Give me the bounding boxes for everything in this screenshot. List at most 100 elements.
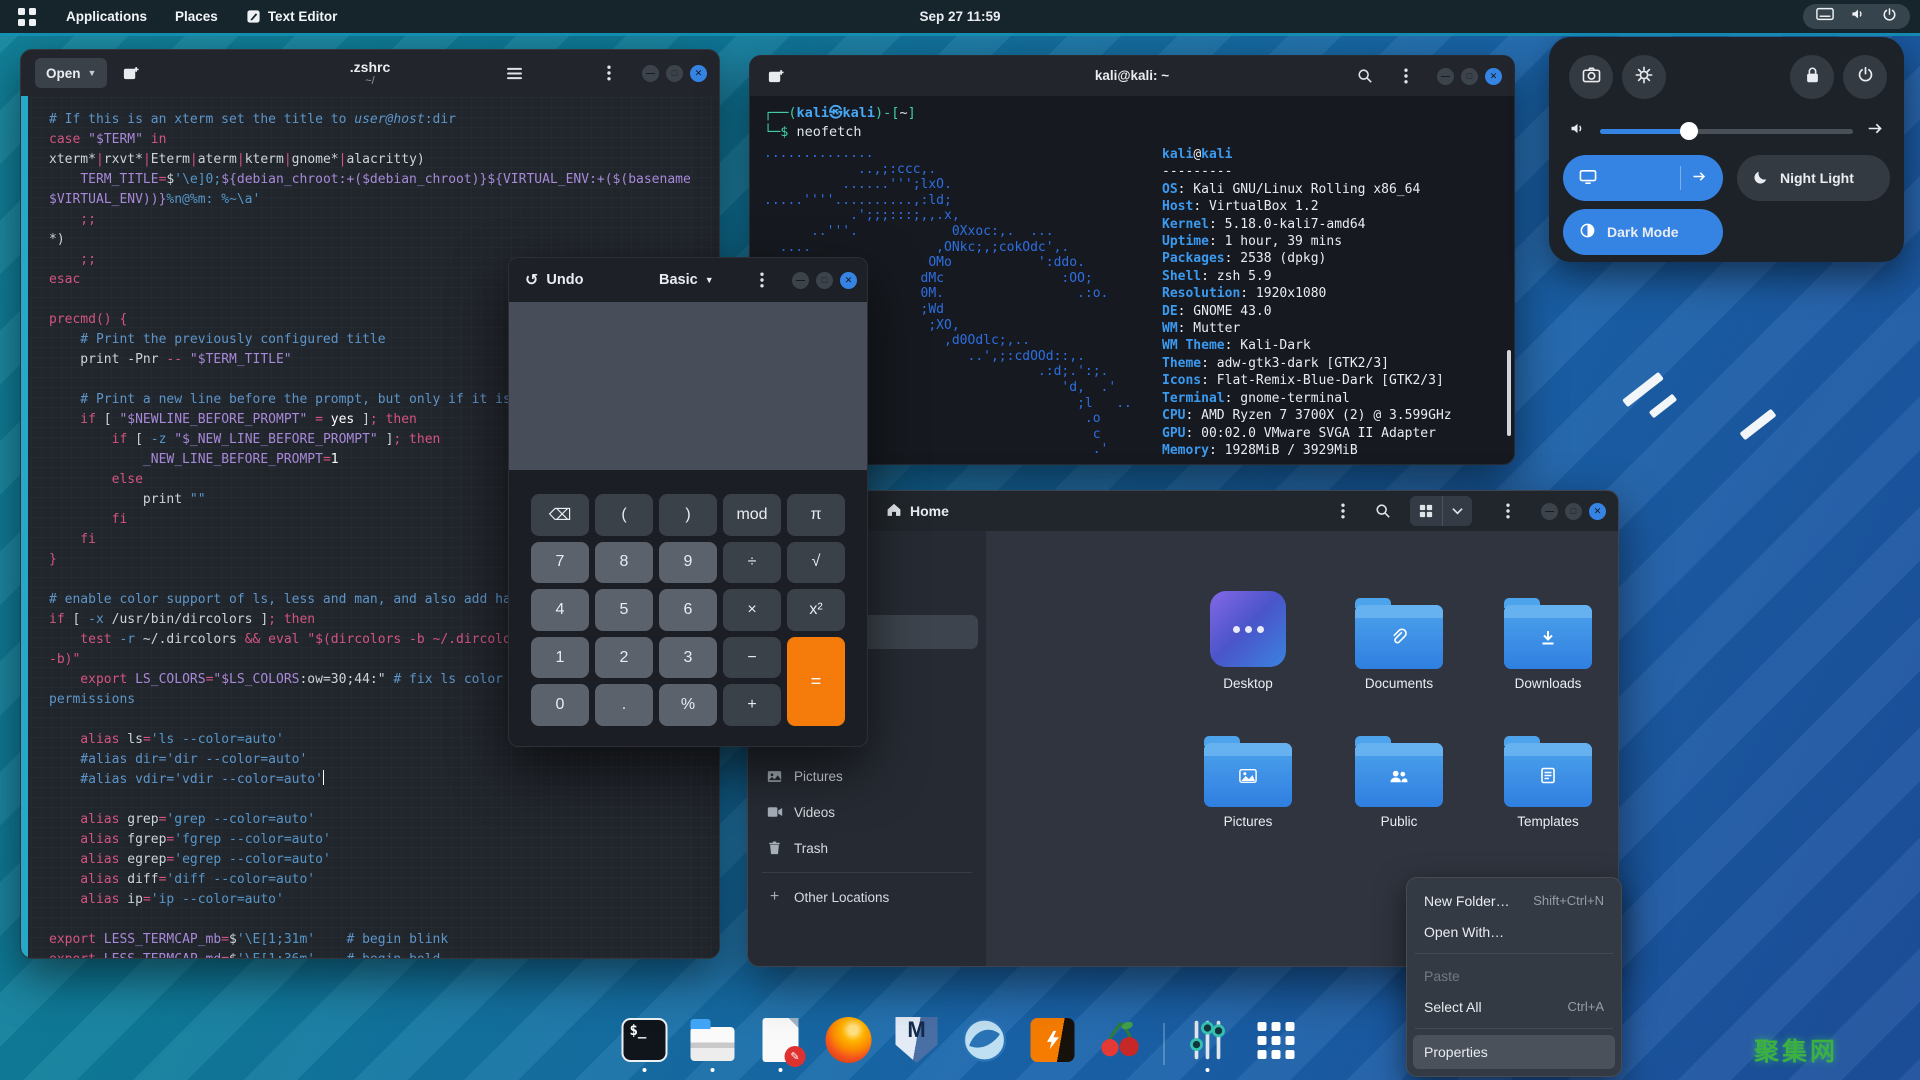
dock-item-firefox[interactable] [824, 1015, 874, 1072]
files-headerbar[interactable]: Home — □ ✕ [748, 491, 1618, 531]
calc-key-open-paren[interactable]: ( [595, 494, 653, 536]
dock-item-wireshark[interactable] [960, 1015, 1010, 1072]
close-button[interactable]: ✕ [1589, 502, 1606, 520]
volume-knob[interactable] [1679, 122, 1698, 140]
calc-key-digit-3[interactable]: 3 [659, 636, 717, 679]
screenshot-button[interactable] [1569, 55, 1613, 99]
activities-grid-icon[interactable] [18, 7, 36, 26]
menu-item-open-with-[interactable]: Open With… [1413, 916, 1615, 947]
maximize-button[interactable]: □ [1565, 502, 1582, 520]
terminal-headerbar[interactable]: kali@kali: ~ — □ ✕ [750, 56, 1514, 96]
calc-key-plus[interactable]: + [723, 684, 781, 726]
settings-button[interactable] [1622, 55, 1666, 99]
arrow-right-icon[interactable] [1692, 170, 1707, 186]
calc-key-digit-1[interactable]: 1 [531, 636, 589, 679]
dark-mode-toggle[interactable]: Dark Mode [1563, 209, 1723, 255]
new-tab-icon[interactable] [760, 61, 790, 91]
list-view-icon[interactable] [1410, 496, 1442, 526]
close-button[interactable]: ✕ [840, 271, 857, 289]
calc-key-digit-0[interactable]: 0 [531, 684, 589, 726]
minimize-button[interactable]: — [1541, 502, 1558, 520]
mode-selector[interactable]: Basic ▼ [659, 272, 714, 288]
dock-item-burpsuite[interactable] [1028, 1015, 1078, 1072]
kebab-menu-icon[interactable] [594, 58, 624, 88]
sidebar-item-other-locations[interactable]: + Other Locations [756, 880, 978, 914]
calc-key-digit-5[interactable]: 5 [595, 589, 653, 631]
calc-key-digit-7[interactable]: 7 [531, 541, 589, 584]
menu-item-new-folder-[interactable]: New Folder… Shift+Ctrl+N [1413, 885, 1615, 916]
dock-item-metasploit[interactable]: M [892, 1015, 942, 1072]
calc-key-digit-6[interactable]: 6 [659, 589, 717, 631]
menu-places[interactable]: Places [161, 0, 232, 33]
arrow-right-icon[interactable] [1867, 121, 1884, 141]
terminal-scrollbar[interactable] [1507, 350, 1511, 436]
folder-downloads[interactable]: Downloads [1478, 583, 1618, 691]
menu-applications[interactable]: Applications [52, 0, 161, 33]
calc-key-pi[interactable]: π [787, 494, 845, 536]
sidebar-item-trash[interactable]: Trash [756, 831, 978, 865]
folder-templates[interactable]: Templates [1478, 721, 1618, 829]
calc-key-digit-4[interactable]: 4 [531, 589, 589, 631]
editor-headerbar[interactable]: Open ▼ .zshrc ~/ — □ ✕ [21, 50, 719, 96]
maximize-button[interactable]: □ [816, 271, 833, 289]
calc-key-divide[interactable]: ÷ [723, 541, 781, 584]
dock-item-terminal[interactable]: $_ [620, 1015, 670, 1072]
clock[interactable]: Sep 27 11:59 [919, 9, 1000, 24]
view-toggle[interactable] [1410, 496, 1472, 526]
volume-slider[interactable] [1600, 122, 1853, 140]
calc-key-square[interactable]: x² [787, 589, 845, 631]
open-button[interactable]: Open ▼ [35, 58, 108, 88]
calc-key-multiply[interactable]: × [723, 589, 781, 631]
close-button[interactable]: ✕ [1485, 67, 1502, 85]
calc-key-mod[interactable]: mod [723, 494, 781, 536]
path-bar[interactable]: Home [886, 502, 949, 520]
folder-pictures[interactable]: Pictures [1178, 721, 1318, 829]
new-tab-icon[interactable] [115, 58, 145, 88]
calc-key-decimal[interactable]: . [595, 684, 653, 726]
calc-key-digit-8[interactable]: 8 [595, 541, 653, 584]
night-light-toggle[interactable]: Night Light [1737, 155, 1890, 201]
search-icon[interactable] [1368, 496, 1398, 526]
calculator-headerbar[interactable]: ↺ Undo Basic ▼ — □ ✕ [509, 258, 867, 302]
folder-desktop[interactable]: Desktop [1178, 583, 1318, 691]
chevron-down-icon[interactable] [1442, 496, 1472, 526]
calc-key-digit-9[interactable]: 9 [659, 541, 717, 584]
folder-documents[interactable]: Documents [1329, 583, 1469, 691]
minimize-button[interactable]: — [1437, 67, 1454, 85]
kebab-menu-icon[interactable] [747, 265, 777, 295]
calc-key-percent[interactable]: % [659, 684, 717, 726]
hamburger-menu-icon[interactable] [499, 58, 529, 88]
sidebar-item-videos[interactable]: Videos [756, 795, 978, 829]
dock-item-cherrytree[interactable] [1096, 1015, 1146, 1072]
folder-public[interactable]: Public [1329, 721, 1469, 829]
kebab-menu-icon[interactable] [1391, 61, 1421, 91]
power-button[interactable] [1843, 55, 1887, 99]
search-icon[interactable] [1350, 61, 1380, 91]
dock-item-text-editor[interactable]: ✎ [756, 1015, 806, 1072]
display-toggle[interactable] [1563, 155, 1723, 201]
kebab-menu-icon[interactable] [1493, 496, 1523, 526]
system-tray[interactable] [1803, 4, 1910, 29]
calculator-display[interactable] [509, 302, 867, 470]
menu-item-properties[interactable]: Properties [1413, 1035, 1615, 1069]
minimize-button[interactable]: — [642, 64, 659, 82]
dock-item-app-grid[interactable] [1251, 1015, 1301, 1072]
lock-button[interactable] [1790, 55, 1834, 99]
sidebar-item-pictures[interactable]: Pictures [756, 759, 978, 793]
maximize-button[interactable]: □ [1461, 67, 1478, 85]
maximize-button[interactable]: □ [666, 64, 683, 82]
close-button[interactable]: ✕ [690, 64, 707, 82]
minimize-button[interactable]: — [792, 271, 809, 289]
dock-item-files[interactable] [688, 1015, 738, 1072]
calc-key-minus[interactable]: − [723, 636, 781, 679]
calc-key-digit-2[interactable]: 2 [595, 636, 653, 679]
calc-key-equals[interactable]: = [787, 636, 845, 726]
undo-button[interactable]: ↺ Undo [525, 270, 583, 290]
active-app-button[interactable]: Text Editor [232, 0, 352, 33]
dock-item-tweaks[interactable] [1183, 1015, 1233, 1072]
calc-key-backspace[interactable]: ⌫ [531, 494, 589, 536]
calc-key-close-paren[interactable]: ) [659, 494, 717, 536]
calc-key-sqrt[interactable]: √ [787, 541, 845, 584]
menu-item-select-all[interactable]: Select All Ctrl+A [1413, 991, 1615, 1022]
kebab-menu-icon[interactable] [1328, 496, 1358, 526]
